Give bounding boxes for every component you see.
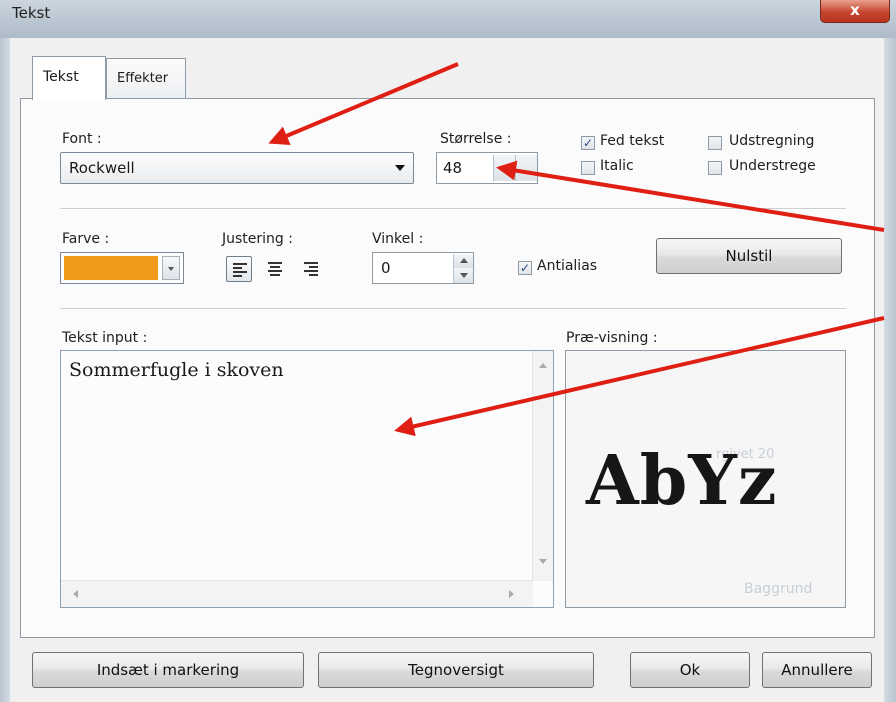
tab-tekst[interactable]: Tekst — [32, 56, 106, 100]
arrow-to-font — [268, 62, 459, 146]
arrow-to-size — [496, 160, 885, 232]
tab-label: Tekst — [43, 69, 79, 85]
arrow-to-text-input — [394, 316, 885, 437]
annotation-arrows — [268, 62, 885, 437]
